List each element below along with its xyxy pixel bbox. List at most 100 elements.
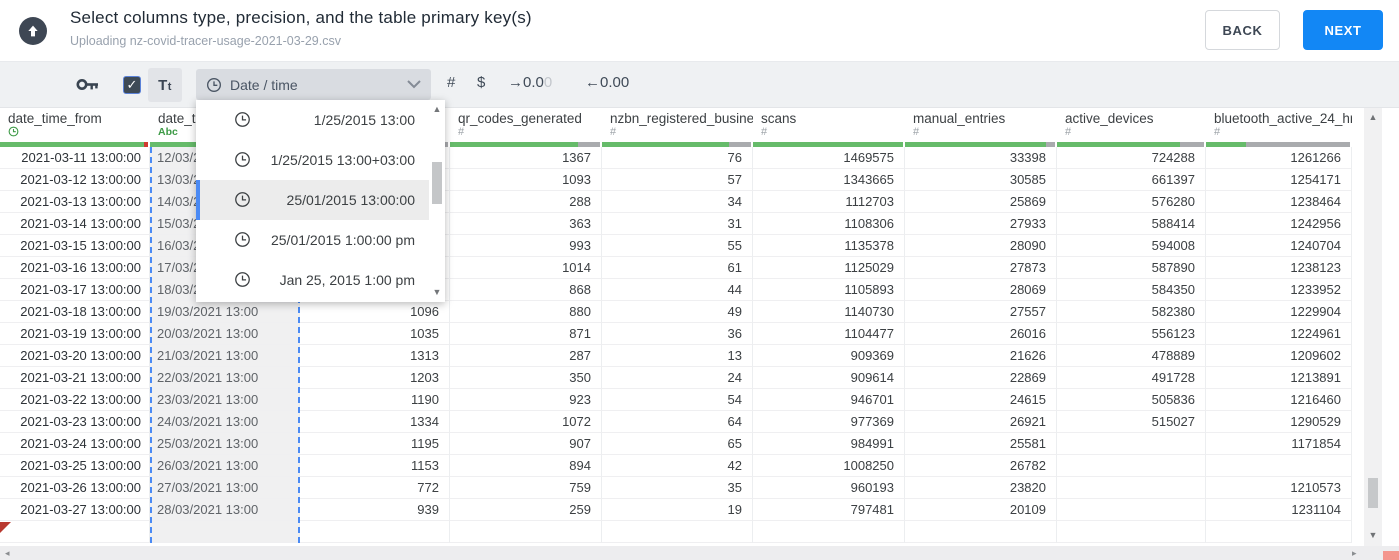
table-cell[interactable]: 1209602 [1206, 345, 1352, 367]
table-cell[interactable]: 27873 [905, 257, 1057, 279]
table-cell[interactable]: 587890 [1057, 257, 1206, 279]
table-cell[interactable]: 1343665 [753, 169, 905, 191]
table-cell[interactable]: 1203 [300, 367, 450, 389]
table-cell[interactable]: 2021-03-15 13:00:00 [0, 235, 150, 257]
table-cell[interactable]: 1233952 [1206, 279, 1352, 301]
table-cell[interactable]: 1171854 [1206, 433, 1352, 455]
next-button[interactable]: NEXT [1303, 10, 1383, 50]
table-cell[interactable]: 1290529 [1206, 411, 1352, 433]
table-cell[interactable]: 880 [450, 301, 602, 323]
table-cell[interactable]: 25/03/2021 13:00 [150, 433, 300, 455]
dropdown-option[interactable]: 25/01/2015 1:00:00 pm [196, 220, 445, 260]
table-cell[interactable]: 1469575 [753, 147, 905, 169]
table-cell[interactable]: 26782 [905, 455, 1057, 477]
table-cell[interactable]: 984991 [753, 433, 905, 455]
table-cell[interactable] [905, 521, 1057, 543]
table-cell[interactable]: 19 [602, 499, 753, 521]
table-cell[interactable]: 259 [450, 499, 602, 521]
table-cell[interactable]: 1213891 [1206, 367, 1352, 389]
column-header-qr_codes_generated[interactable]: qr_codes_generated # [450, 108, 602, 142]
table-cell[interactable]: 2021-03-19 13:00:00 [0, 323, 150, 345]
table-cell[interactable]: 1240704 [1206, 235, 1352, 257]
table-cell[interactable]: 1334 [300, 411, 450, 433]
table-cell[interactable]: 49 [602, 301, 753, 323]
table-cell[interactable]: 28/03/2021 13:00 [150, 499, 300, 521]
column-header-nzbn_registered_busine[interactable]: nzbn_registered_busine # [602, 108, 753, 142]
table-cell[interactable]: 28069 [905, 279, 1057, 301]
table-cell[interactable]: 22869 [905, 367, 1057, 389]
table-cell[interactable] [1057, 477, 1206, 499]
table-cell[interactable]: 909614 [753, 367, 905, 389]
table-cell[interactable]: 1135378 [753, 235, 905, 257]
table-cell[interactable]: 13 [602, 345, 753, 367]
table-cell[interactable]: 288 [450, 191, 602, 213]
table-cell[interactable]: 939 [300, 499, 450, 521]
date-format-select[interactable]: Date / time [196, 69, 431, 100]
dropdown-option[interactable]: Jan 25, 2015 1:00 pm [196, 260, 445, 300]
table-cell[interactable]: 24 [602, 367, 753, 389]
table-cell[interactable]: 993 [450, 235, 602, 257]
column-header-manual_entries[interactable]: manual_entries # [905, 108, 1057, 142]
currency-type-button[interactable]: $ [477, 74, 485, 91]
table-cell[interactable]: 61 [602, 257, 753, 279]
table-cell[interactable] [1057, 521, 1206, 543]
table-cell[interactable]: 24615 [905, 389, 1057, 411]
table-cell[interactable]: 65 [602, 433, 753, 455]
table-cell[interactable]: 42 [602, 455, 753, 477]
decrease-decimal-button[interactable]: ←0.00 [585, 74, 629, 91]
table-cell[interactable] [1206, 455, 1352, 477]
increase-decimal-button[interactable]: →0.00 [508, 74, 552, 91]
table-cell[interactable] [150, 521, 300, 543]
table-cell[interactable]: 894 [450, 455, 602, 477]
dropdown-option[interactable]: 1/25/2015 13:00+03:00 [196, 140, 445, 180]
table-cell[interactable]: 23820 [905, 477, 1057, 499]
column-header-scans[interactable]: scans # [753, 108, 905, 142]
boolean-type-checkbox[interactable]: ✓ [123, 76, 141, 94]
table-cell[interactable]: 2021-03-18 13:00:00 [0, 301, 150, 323]
table-cell[interactable]: 1125029 [753, 257, 905, 279]
table-cell[interactable]: 661397 [1057, 169, 1206, 191]
table-cell[interactable]: 35 [602, 477, 753, 499]
scroll-up-arrow-icon[interactable]: ▲ [429, 104, 445, 114]
table-cell[interactable]: 363 [450, 213, 602, 235]
integer-type-button[interactable]: # [447, 74, 455, 91]
table-cell[interactable] [450, 521, 602, 543]
table-cell[interactable]: 1210573 [1206, 477, 1352, 499]
table-cell[interactable]: 20109 [905, 499, 1057, 521]
table-cell[interactable]: 594008 [1057, 235, 1206, 257]
column-header-date_time_from[interactable]: date_time_from [0, 108, 150, 142]
table-cell[interactable]: 1261266 [1206, 147, 1352, 169]
table-cell[interactable]: 868 [450, 279, 602, 301]
table-cell[interactable]: 26016 [905, 323, 1057, 345]
primary-key-icon[interactable] [76, 78, 100, 96]
table-cell[interactable]: 491728 [1057, 367, 1206, 389]
table-cell[interactable]: 1093 [450, 169, 602, 191]
table-cell[interactable]: 582380 [1057, 301, 1206, 323]
scroll-down-arrow-icon[interactable]: ▼ [1364, 530, 1382, 540]
table-cell[interactable]: 21/03/2021 13:00 [150, 345, 300, 367]
table-cell[interactable]: 1238123 [1206, 257, 1352, 279]
table-cell[interactable]: 1112703 [753, 191, 905, 213]
table-cell[interactable]: 1104477 [753, 323, 905, 345]
table-cell[interactable]: 478889 [1057, 345, 1206, 367]
dropdown-scrollbar[interactable]: ▲ ▼ [429, 100, 445, 302]
table-cell[interactable]: 515027 [1057, 411, 1206, 433]
table-cell[interactable] [1057, 455, 1206, 477]
table-cell[interactable]: 977369 [753, 411, 905, 433]
dropdown-option[interactable]: 1/25/2015 13:00 [196, 100, 445, 140]
table-cell[interactable]: 2021-03-13 13:00:00 [0, 191, 150, 213]
table-cell[interactable]: 1216460 [1206, 389, 1352, 411]
table-cell[interactable]: 907 [450, 433, 602, 455]
table-cell[interactable]: 25869 [905, 191, 1057, 213]
text-type-button[interactable]: Tt [148, 68, 182, 102]
table-cell[interactable]: 76 [602, 147, 753, 169]
table-cell[interactable]: 2021-03-22 13:00:00 [0, 389, 150, 411]
table-cell[interactable]: 1229904 [1206, 301, 1352, 323]
table-cell[interactable]: 960193 [753, 477, 905, 499]
back-button[interactable]: BACK [1205, 10, 1280, 50]
vertical-scrollbar[interactable]: ▲ ▼ [1364, 108, 1382, 546]
table-cell[interactable]: 772 [300, 477, 450, 499]
column-header-active_devices[interactable]: active_devices # [1057, 108, 1206, 142]
table-cell[interactable]: 44 [602, 279, 753, 301]
table-cell[interactable]: 576280 [1057, 191, 1206, 213]
